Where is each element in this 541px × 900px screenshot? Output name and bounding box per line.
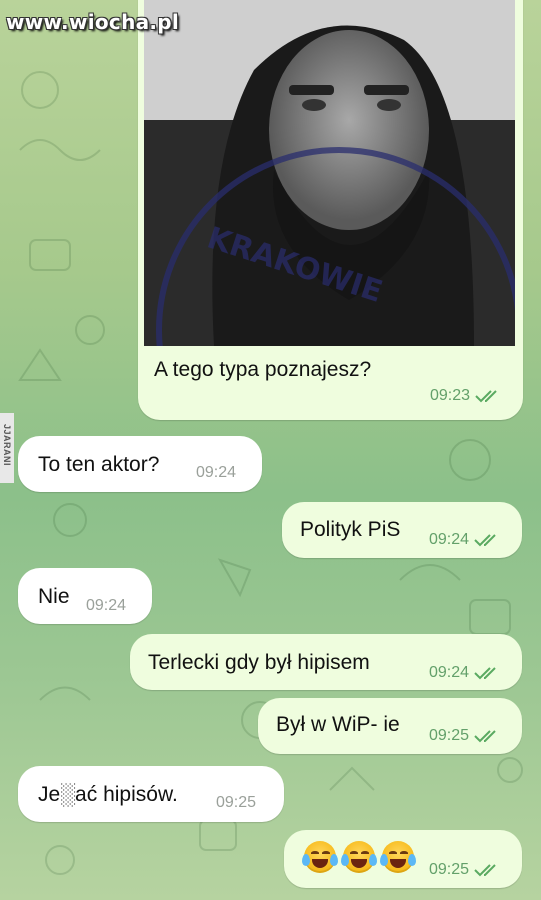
double-check-icon <box>474 730 496 743</box>
message-time: 09:25 <box>216 794 257 811</box>
double-check-icon <box>474 534 496 547</box>
incoming-message[interactable]: To ten aktor? 09:24 <box>18 436 262 492</box>
message-time: 09:23 <box>430 387 471 404</box>
tears-of-joy-emoji <box>302 841 338 873</box>
attached-photo[interactable]: KRAKOWIE <box>144 0 515 346</box>
tears-of-joy-emoji <box>341 841 377 873</box>
message-meta: 09:24 <box>429 531 500 549</box>
message-meta: 09:25 <box>216 794 256 812</box>
message-time: 09:25 <box>429 861 470 878</box>
outgoing-message[interactable]: Terlecki gdy był hipisem 09:24 <box>130 634 522 690</box>
double-check-icon <box>475 390 497 403</box>
message-time: 09:24 <box>86 597 127 614</box>
side-watermark: JJARANI <box>0 413 14 483</box>
double-check-icon <box>474 864 496 877</box>
message-text: Był w WiP- ie <box>276 713 400 736</box>
message-meta: 09:24 <box>86 597 126 615</box>
message-time: 09:24 <box>429 531 470 548</box>
message-text: Terlecki gdy był hipisem <box>148 651 370 674</box>
message-text: To ten aktor? <box>38 453 160 476</box>
message-text: Je░ać hipisów. <box>38 783 178 806</box>
message-text: Polityk PiS <box>300 518 401 541</box>
message-meta: 09:23 <box>430 387 501 405</box>
outgoing-photo-message[interactable]: KRAKOWIE A tego typa poznajesz? 09:23 <box>138 0 523 420</box>
message-meta: 09:25 <box>429 727 500 745</box>
site-watermark: www.wiocha.pl <box>6 10 180 34</box>
message-time: 09:24 <box>196 464 237 481</box>
double-check-icon <box>474 667 496 680</box>
message-text: Nie <box>38 585 70 608</box>
portrait-photo-image: KRAKOWIE <box>144 0 515 346</box>
message-meta: 09:24 <box>196 464 236 482</box>
message-text: A tego typa poznajesz? <box>154 358 372 381</box>
incoming-message[interactable]: Nie 09:24 <box>18 568 152 624</box>
outgoing-message[interactable]: Był w WiP- ie 09:25 <box>258 698 522 754</box>
message-time: 09:25 <box>429 727 470 744</box>
outgoing-message[interactable]: Polityk PiS 09:24 <box>282 502 522 558</box>
tears-of-joy-emoji <box>380 841 416 873</box>
message-time: 09:24 <box>429 664 470 681</box>
incoming-message[interactable]: Je░ać hipisów. 09:25 <box>18 766 284 822</box>
message-meta: 09:25 <box>429 861 500 879</box>
message-meta: 09:24 <box>429 664 500 682</box>
